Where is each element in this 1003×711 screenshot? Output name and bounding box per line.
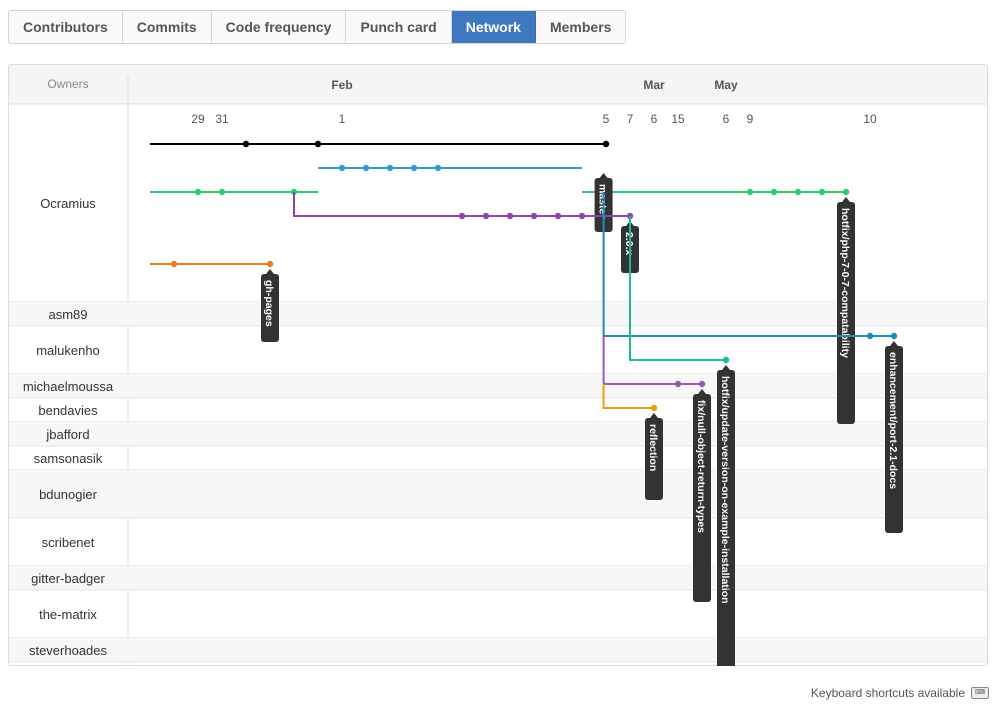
tab-members[interactable]: Members [535, 11, 626, 43]
keyboard-icon: ⌨ [971, 687, 989, 699]
month-label: Feb [331, 78, 352, 92]
day-label: 1 [339, 112, 346, 126]
owner-band [9, 638, 987, 662]
commit-dot[interactable] [506, 212, 514, 220]
commit-dot[interactable] [218, 188, 226, 196]
owner-name[interactable]: scribenet [42, 535, 95, 550]
day-label: 31 [215, 112, 229, 126]
tab-code-frequency[interactable]: Code frequency [211, 11, 347, 43]
commit-dot[interactable] [434, 164, 442, 172]
commit-dot[interactable] [578, 212, 586, 220]
graph-tabs: Contributors Commits Code frequency Punch c… [8, 10, 627, 44]
owner-band [9, 470, 987, 518]
day-label: 5 [603, 112, 610, 126]
commit-dot[interactable] [698, 380, 706, 388]
commit-dot[interactable] [410, 164, 418, 172]
month-label: May [714, 78, 738, 92]
owner-name[interactable]: samsonasik [34, 451, 103, 466]
owner-name[interactable]: the-matrix [39, 607, 97, 622]
day-label: 10 [863, 112, 877, 126]
commit-dot[interactable] [842, 188, 850, 196]
commit-dot[interactable] [314, 140, 322, 148]
owner-name[interactable]: gitter-badger [31, 571, 105, 586]
tab-network[interactable]: Network [451, 11, 536, 43]
commit-dot[interactable] [554, 212, 562, 220]
owner-name[interactable]: asm89 [48, 307, 87, 322]
commit-dot[interactable] [794, 188, 802, 196]
commit-dot[interactable] [818, 188, 826, 196]
keyboard-shortcuts-link[interactable]: Keyboard shortcuts available ⌨ [811, 686, 989, 700]
commit-dot[interactable] [650, 404, 658, 412]
owner-band [9, 566, 987, 590]
month-label: Mar [643, 78, 665, 92]
tab-contributors[interactable]: Contributors [9, 11, 123, 43]
owner-name[interactable]: michaelmoussa [23, 379, 114, 394]
commit-dot[interactable] [242, 140, 250, 148]
commit-dot[interactable] [386, 164, 394, 172]
day-label: 6 [723, 112, 730, 126]
commit-dot[interactable] [746, 188, 754, 196]
commit-dot[interactable] [722, 356, 730, 364]
day-label: 7 [627, 112, 634, 126]
graph-header [9, 65, 987, 104]
owner-name[interactable]: jbafford [45, 427, 89, 442]
tab-punch-card[interactable]: Punch card [346, 11, 452, 43]
commit-dot[interactable] [170, 260, 178, 268]
day-label: 6 [651, 112, 658, 126]
branch-label: gh-pages [263, 280, 275, 327]
commit-dot[interactable] [194, 188, 202, 196]
commit-dot[interactable] [458, 212, 466, 220]
network-graph[interactable]: Owners Feb Mar May29 31 1 5 7 6 15 6 9 10Ocramiusasm… [8, 64, 988, 666]
owner-name[interactable]: bdunogier [39, 487, 97, 502]
branch-label: fix/null-object-return-types [695, 400, 707, 533]
commit-dot[interactable] [482, 212, 490, 220]
owners-header: Owners [47, 77, 88, 91]
commit-dot[interactable] [890, 332, 898, 340]
commit-dot[interactable] [338, 164, 346, 172]
commit-dot[interactable] [674, 380, 682, 388]
branch-label: reflection [647, 424, 659, 471]
commit-dot[interactable] [866, 332, 874, 340]
owner-name[interactable]: malukenho [36, 343, 100, 358]
commit-dot[interactable] [602, 140, 610, 148]
branch-label: enhancement/port-2.1-docs [887, 352, 899, 489]
commit-dot[interactable] [770, 188, 778, 196]
day-label: 9 [747, 112, 754, 126]
owner-name[interactable]: bendavies [38, 403, 98, 418]
owner-name[interactable]: Ocramius [40, 196, 96, 211]
tab-commits[interactable]: Commits [122, 11, 212, 43]
keyboard-shortcuts-text: Keyboard shortcuts available [810, 686, 965, 700]
owner-name[interactable]: steverhoades [29, 643, 108, 658]
day-label: 29 [191, 112, 205, 126]
owner-band [9, 422, 987, 446]
day-label: 15 [671, 112, 685, 126]
commit-dot[interactable] [530, 212, 538, 220]
branch-label: hotfix/update-version-on-example-install… [719, 376, 731, 604]
commit-dot[interactable] [362, 164, 370, 172]
commit-dot[interactable] [266, 260, 274, 268]
